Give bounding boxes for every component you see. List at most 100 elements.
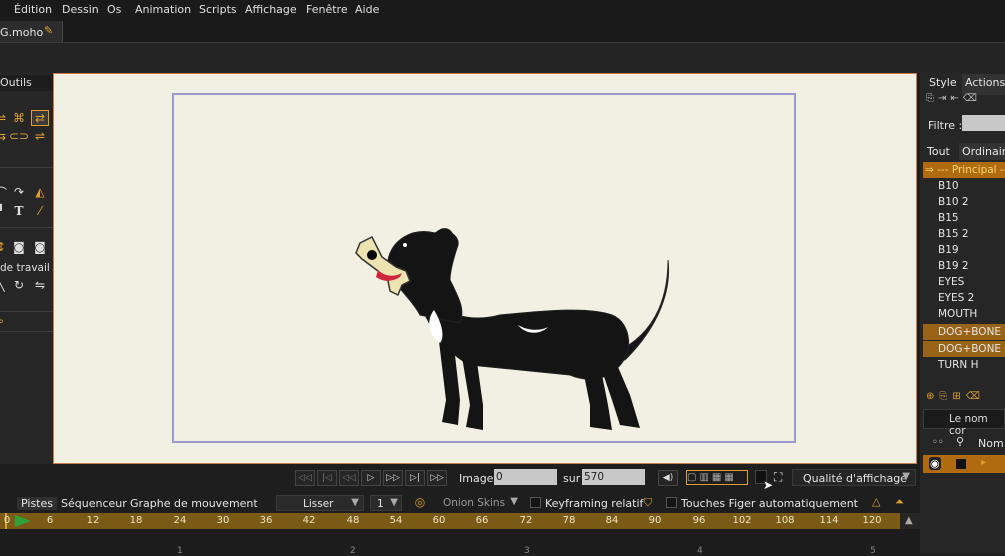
eyedropper-icon[interactable]: ⁄ (31, 203, 49, 219)
current-frame-input[interactable]: 0 (494, 469, 557, 485)
layer-name-input[interactable]: Le nom cor (923, 409, 1005, 437)
menu-aide[interactable]: Aide (355, 3, 379, 16)
bone-add-icon[interactable]: ⇄ (31, 110, 49, 126)
menu-animation[interactable]: Animation (135, 3, 191, 16)
visibility-icon: ◦◦ (932, 437, 944, 448)
pen-tool-icon[interactable]: ╹ (0, 203, 10, 219)
document-tab[interactable]: G.moho ✎ (0, 21, 63, 42)
relative-keyframing-checkbox[interactable] (530, 497, 541, 508)
tab-graphe-de-mouvement[interactable]: Graphe de mouvement (130, 497, 258, 510)
menu-edition[interactable]: Édition (14, 3, 52, 16)
bone-tool-icon[interactable]: ⇌ (0, 110, 10, 126)
action-item[interactable]: EYES 2 (923, 290, 1005, 306)
layer-row-selected[interactable]: ◉ ▸ (923, 455, 1005, 473)
action-item[interactable]: B10 (923, 178, 1005, 194)
action-item[interactable]: B10 2 (923, 194, 1005, 210)
camera-icon[interactable]: ◙ (10, 239, 28, 255)
lock-icon: ⚲ (956, 435, 965, 448)
auto-freeze-label: Touches Figer automatiquement (681, 497, 858, 510)
camera-pan-icon[interactable]: ↕ (0, 239, 10, 255)
play-icon[interactable]: ▷ (361, 470, 381, 486)
actions-panel: Style Actions ⎘⇥⇤⌫ Filtre : Tout Ordinai… (920, 73, 1005, 554)
tab-style[interactable]: Style (929, 76, 957, 93)
action-item[interactable]: B15 2 (923, 226, 1005, 242)
prev-keyframe-icon[interactable]: |◁ (317, 470, 337, 486)
action-item-selected[interactable]: DOG+BONE 2 (923, 341, 1005, 357)
layer-color-swatch (956, 459, 966, 469)
step-back-icon[interactable]: ◁◁ (339, 470, 359, 486)
bone-scale-icon[interactable]: ⊂⊃ (9, 128, 29, 144)
action-item[interactable]: TURN H (923, 357, 1005, 373)
action-item[interactable]: B19 (923, 242, 1005, 258)
document-tab-bar (0, 20, 1005, 43)
display-quality-dropdown[interactable]: Qualité d'affichage ▼ (792, 469, 916, 486)
go-end-icon[interactable]: ▷▷ (427, 470, 447, 486)
action-item[interactable]: EYES (923, 274, 1005, 290)
end-frame-input[interactable]: 570 (582, 469, 645, 485)
next-keyframe-icon[interactable]: ▷| (405, 470, 425, 486)
menu-fenetre[interactable]: Fenêtre (306, 3, 348, 16)
menu-affichage[interactable]: Affichage (245, 3, 297, 16)
onion-skin-icon[interactable]: ◎ (410, 495, 430, 511)
layer-type-icon: ▸ (981, 457, 987, 468)
play-marker-icon (15, 515, 31, 527)
workspace-zoom-icon[interactable]: ╲ (0, 277, 10, 293)
tools-header: Outils (0, 75, 53, 91)
action-item-selected[interactable]: DOG+BONE (923, 324, 1005, 340)
tab-sequenceur[interactable]: Séquenceur (61, 497, 127, 510)
layers-toolbar-icons[interactable]: ⊕⎘⊞⌫ (926, 391, 1005, 403)
smooth-dropdown[interactable]: Lisser ▼ (276, 495, 364, 511)
chevron-down-icon: ▼ (390, 497, 398, 508)
arc-tool-icon[interactable]: ↷ (10, 184, 28, 200)
onion-skins-dropdown[interactable]: Onion Skins ▼ (434, 495, 522, 511)
frame-bounds-icon[interactable]: ⛶ (774, 470, 782, 485)
relative-keyframing-label: Keyframing relatif (545, 497, 644, 510)
menu-scripts[interactable]: Scripts (199, 3, 237, 16)
curve-tool-icon[interactable]: ⌒ (0, 184, 10, 200)
menu-bar: Édition Dessin Os Animation Scripts Affi… (0, 0, 1005, 20)
workspace-label: de travail (0, 262, 50, 274)
bone-select-icon[interactable]: ⌘ (10, 110, 28, 126)
text-tool-icon[interactable]: T (10, 203, 28, 219)
view-layout-icons[interactable]: ▢▥▦▦ (686, 470, 748, 485)
link-icon[interactable]: ∘ (0, 313, 10, 329)
menu-os[interactable]: Os (107, 3, 121, 16)
filter-label: Filtre : (928, 119, 963, 132)
filter-tab-ordinary[interactable]: Ordinaire (959, 143, 1005, 160)
action-item[interactable]: MOUTH (923, 306, 1005, 322)
tab-actions[interactable]: Actions (962, 74, 1005, 95)
tools-panel: Outils ⇌ ⌘ ⇄ ⇆ ⊂⊃ ⇌ ⌒ ↷ ◭ ╹ T ⁄ ↕ ◙ ◙ de… (0, 73, 53, 464)
image-label: Image (459, 472, 494, 485)
workspace-rotate-icon[interactable]: ↻ (10, 277, 28, 293)
eye-icon[interactable]: ◉ (929, 457, 941, 470)
dog-with-bone-artwork (355, 228, 670, 430)
tab-pistes[interactable]: Pistes (17, 497, 57, 510)
action-item[interactable]: B15 (923, 210, 1005, 226)
chevron-down-icon: ▼ (902, 471, 910, 482)
action-item[interactable]: B19 2 (923, 258, 1005, 274)
step-forward-icon[interactable]: ▷▷ (383, 470, 403, 486)
actions-toolbar-icons[interactable]: ⎘⇥⇤⌫ (926, 93, 1005, 105)
camera-rotate-icon[interactable]: ◙ (31, 239, 49, 255)
fill-tool-icon[interactable]: ◭ (31, 184, 49, 200)
auto-freeze-checkbox[interactable] (666, 497, 677, 508)
chevron-down-icon: ▼ (351, 497, 359, 508)
bone-rotate-icon[interactable]: ⇌ (31, 128, 49, 144)
smooth-value-dropdown[interactable]: 1 ▼ (370, 495, 402, 511)
go-start-icon[interactable]: ◁◁ (295, 470, 315, 486)
audio-icon[interactable]: ◀) (658, 470, 678, 486)
options-toolbar (0, 43, 1005, 73)
workspace-reset-icon[interactable]: ⇋ (31, 277, 49, 293)
mouse-cursor-icon: ➤ (763, 478, 774, 492)
action-main[interactable]: ⇒ --- Principal -- (923, 162, 1005, 178)
collapse-up-icon[interactable]: △ (872, 495, 880, 508)
timeline-body[interactable] (0, 529, 920, 554)
shield-icon[interactable]: ⛉ (640, 496, 656, 510)
filter-tab-all[interactable]: Tout (927, 145, 950, 158)
filter-input[interactable] (962, 115, 1005, 131)
layers-name-header: Nom (978, 437, 1004, 450)
sur-label: sur (563, 472, 581, 485)
pencil-icon: ✎ (44, 24, 54, 37)
menu-dessin[interactable]: Dessin (62, 3, 99, 16)
expand-icon[interactable]: ⏶ (895, 495, 904, 509)
